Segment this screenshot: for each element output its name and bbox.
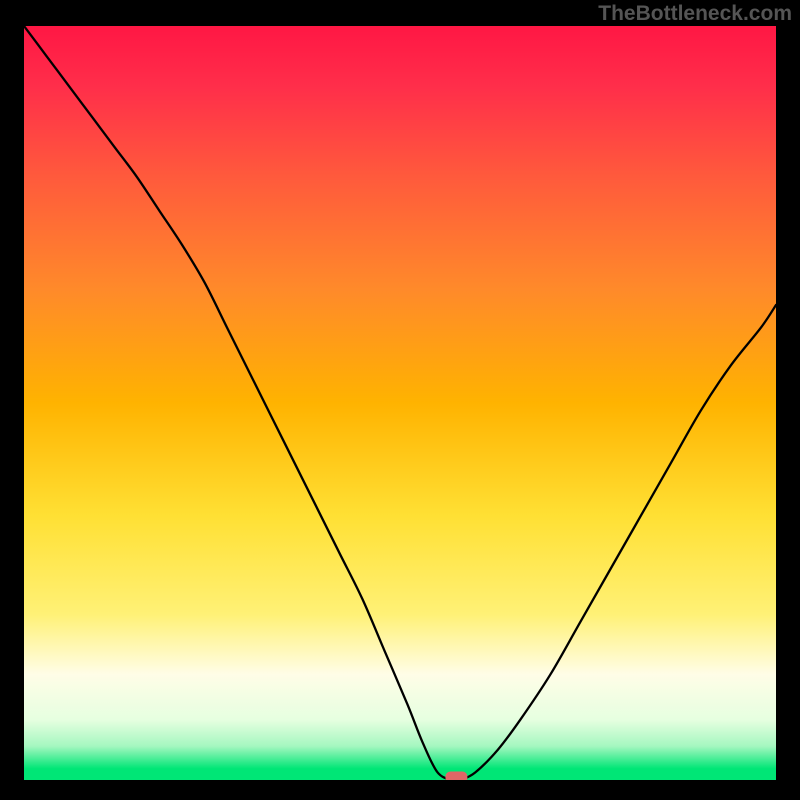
plot-area <box>24 26 776 780</box>
bottleneck-chart <box>24 26 776 780</box>
optimal-marker <box>445 772 467 781</box>
watermark-text: TheBottleneck.com <box>598 2 792 26</box>
gradient-background <box>24 26 776 780</box>
chart-container: TheBottleneck.com <box>0 0 800 800</box>
